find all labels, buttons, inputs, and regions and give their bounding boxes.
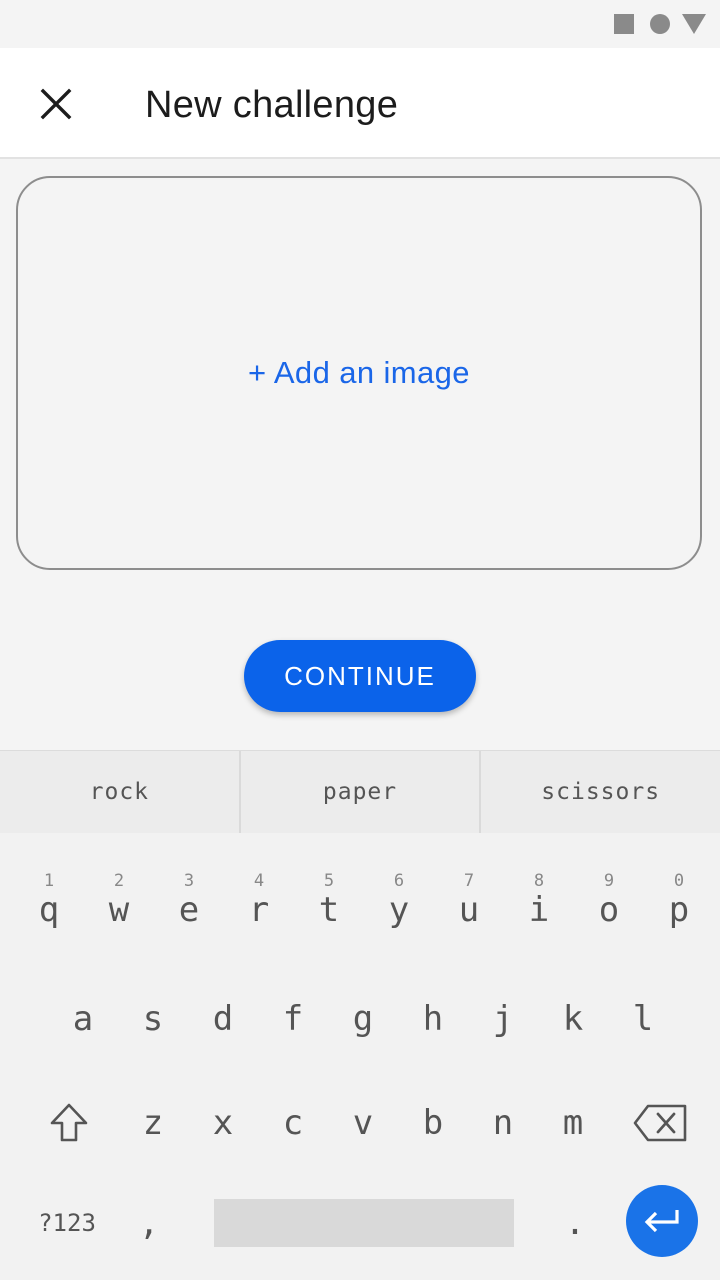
status-bar <box>0 0 720 48</box>
key-e[interactable]: 3e <box>154 857 224 953</box>
add-image-link[interactable]: + Add an image <box>248 355 470 391</box>
key-d[interactable]: d <box>188 971 258 1067</box>
key-label: q <box>38 890 60 930</box>
suggestion-strip: rock paper scissors <box>0 751 720 833</box>
key-hint: 5 <box>323 871 335 891</box>
key-k[interactable]: k <box>538 971 608 1067</box>
key-j[interactable]: j <box>468 971 538 1067</box>
key-y[interactable]: 6y <box>364 857 434 953</box>
key-n[interactable]: n <box>468 1075 538 1171</box>
key-label: w <box>108 890 130 930</box>
key-label: i <box>528 890 550 930</box>
suggestion-scissors[interactable]: scissors <box>481 751 720 833</box>
key-hint: 9 <box>603 871 615 891</box>
key-label: t <box>318 890 340 930</box>
key-hint: 0 <box>673 871 685 891</box>
key-label: u <box>458 890 480 930</box>
key-v[interactable]: v <box>328 1075 398 1171</box>
key-hint: 7 <box>463 871 475 891</box>
key-r[interactable]: 4r <box>224 857 294 953</box>
key-f[interactable]: f <box>258 971 328 1067</box>
key-hint: 3 <box>183 871 195 891</box>
home-status-icon <box>650 14 670 34</box>
key-o[interactable]: 9o <box>574 857 644 953</box>
key-hint: 4 <box>253 871 265 891</box>
close-button[interactable] <box>24 72 88 136</box>
key-x[interactable]: x <box>188 1075 258 1171</box>
key-m[interactable]: m <box>538 1075 608 1171</box>
key-label: r <box>248 890 270 930</box>
add-image-area[interactable]: + Add an image <box>16 176 702 570</box>
key-s[interactable]: s <box>118 971 188 1067</box>
key-hint: 1 <box>43 871 55 891</box>
key-b[interactable]: b <box>398 1075 468 1171</box>
suggestion-rock[interactable]: rock <box>0 751 241 833</box>
key-g[interactable]: g <box>328 971 398 1067</box>
key-q[interactable]: 1q <box>14 857 84 953</box>
page-title: New challenge <box>145 84 399 126</box>
key-l[interactable]: l <box>608 971 678 1067</box>
key-hint: 8 <box>533 871 545 891</box>
key-t[interactable]: 5t <box>294 857 364 953</box>
continue-button[interactable]: CONTINUE <box>244 640 476 712</box>
key-h[interactable]: h <box>398 971 468 1067</box>
key-w[interactable]: 2w <box>84 857 154 953</box>
key-hint: 2 <box>113 871 125 891</box>
close-icon <box>40 88 72 120</box>
key-z[interactable]: z <box>118 1075 188 1171</box>
enter-key[interactable] <box>626 1185 698 1257</box>
spacebar[interactable] <box>214 1199 514 1247</box>
key-i[interactable]: 8i <box>504 857 574 953</box>
key-u[interactable]: 7u <box>434 857 504 953</box>
key-label: e <box>178 890 200 930</box>
app-bar: New challenge <box>0 48 720 159</box>
key-label: o <box>598 890 620 930</box>
key-label: p <box>668 890 690 930</box>
key-hint: 6 <box>393 871 405 891</box>
enter-icon <box>644 1210 679 1233</box>
symbols-key[interactable]: ?123 <box>22 1191 112 1255</box>
soft-keyboard: rock paper scissors 1q 2w 3e 4r 5t 6y 7u… <box>0 750 720 1280</box>
shift-key[interactable] <box>34 1075 104 1171</box>
comma-key[interactable]: , <box>114 1175 184 1271</box>
shift-icon <box>50 1103 88 1142</box>
period-key[interactable]: . <box>540 1175 610 1271</box>
backspace-icon <box>633 1104 687 1142</box>
backspace-key[interactable] <box>622 1075 698 1171</box>
suggestion-paper[interactable]: paper <box>241 751 482 833</box>
key-p[interactable]: 0p <box>644 857 714 953</box>
recents-status-icon <box>614 14 634 34</box>
back-status-icon <box>682 14 706 34</box>
key-label: y <box>388 890 410 930</box>
key-a[interactable]: a <box>48 971 118 1067</box>
key-c[interactable]: c <box>258 1075 328 1171</box>
